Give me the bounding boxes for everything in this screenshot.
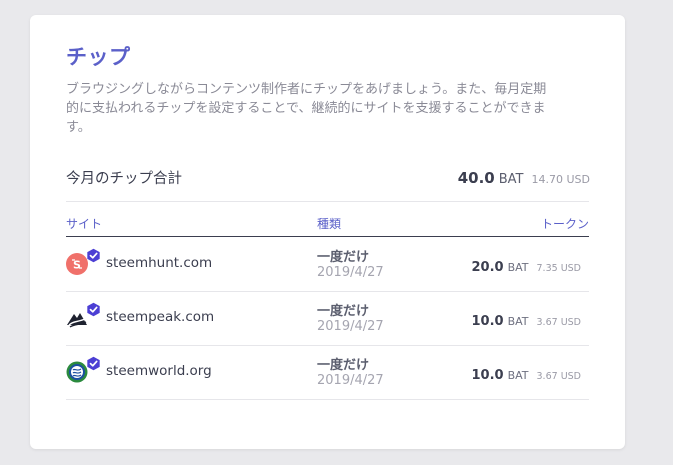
tip-type: 一度だけ [317, 250, 370, 265]
card-title: チップ [66, 45, 131, 69]
tip-amount-value: 10.0 [471, 314, 504, 329]
column-header-type: 種類 [317, 217, 342, 231]
table-row: S steemhunt.com 一度だけ 2019/4/27 20.0 BAT 7.… [66, 237, 589, 292]
table-row: steemworld.org 一度だけ 2019/4/27 10.0 BAT 3.6… [66, 345, 589, 400]
verified-badge-icon [87, 356, 100, 371]
tip-amount-usd: 7.35 USD [536, 263, 581, 274]
monthly-total-label: 今月のチップ合計 [66, 171, 182, 187]
column-header-site: サイト [66, 217, 103, 231]
tip-amount: 10.0 BAT 3.67 USD [472, 310, 582, 329]
tip-amount-value: 20.0 [471, 260, 504, 275]
tip-type: 一度だけ [317, 304, 370, 319]
tip-amount-unit: BAT [507, 369, 529, 382]
summary-divider [66, 201, 589, 202]
tip-amount: 10.0 BAT 3.67 USD [472, 364, 582, 383]
tip-type: 一度だけ [317, 358, 370, 373]
table-row: steempeak.com 一度だけ 2019/4/27 10.0 BAT 3.67… [66, 291, 589, 346]
verified-badge-icon [87, 248, 100, 263]
monthly-total-usd: 14.70 USD [531, 173, 591, 186]
tip-amount: 20.0 BAT 7.35 USD [472, 256, 582, 275]
steempeak-favicon-icon [67, 313, 87, 328]
tip-amount-unit: BAT [507, 261, 529, 274]
verified-badge-icon [87, 302, 100, 317]
tips-card: チップ ブラウジングしながらコンテンツ制作者にチップをあげましょう。また、毎月定… [30, 15, 625, 449]
tip-date: 2019/4/27 [317, 319, 384, 334]
site-name[interactable]: steemworld.org [106, 363, 212, 379]
tip-amount-usd: 3.67 USD [536, 371, 581, 382]
tip-amount-unit: BAT [507, 315, 529, 328]
card-description: ブラウジングしながらコンテンツ制作者にチップをあげましょう。また、毎月定期的に支… [66, 82, 547, 135]
tip-date: 2019/4/27 [317, 373, 384, 388]
site-name[interactable]: steemhunt.com [106, 255, 212, 271]
tip-date: 2019/4/27 [317, 265, 384, 280]
site-name[interactable]: steempeak.com [106, 309, 214, 325]
tip-amount-usd: 3.67 USD [536, 317, 581, 328]
steemworld-favicon-icon [66, 361, 88, 383]
monthly-total-amount: 40.0 BAT 14.70 USD [458, 168, 590, 187]
tip-amount-value: 10.0 [471, 368, 504, 383]
monthly-total-value: 40.0 [457, 169, 495, 187]
steemhunt-favicon-icon: S [66, 253, 88, 275]
monthly-total-unit: BAT [498, 172, 524, 187]
column-header-token: トークン [540, 217, 589, 231]
